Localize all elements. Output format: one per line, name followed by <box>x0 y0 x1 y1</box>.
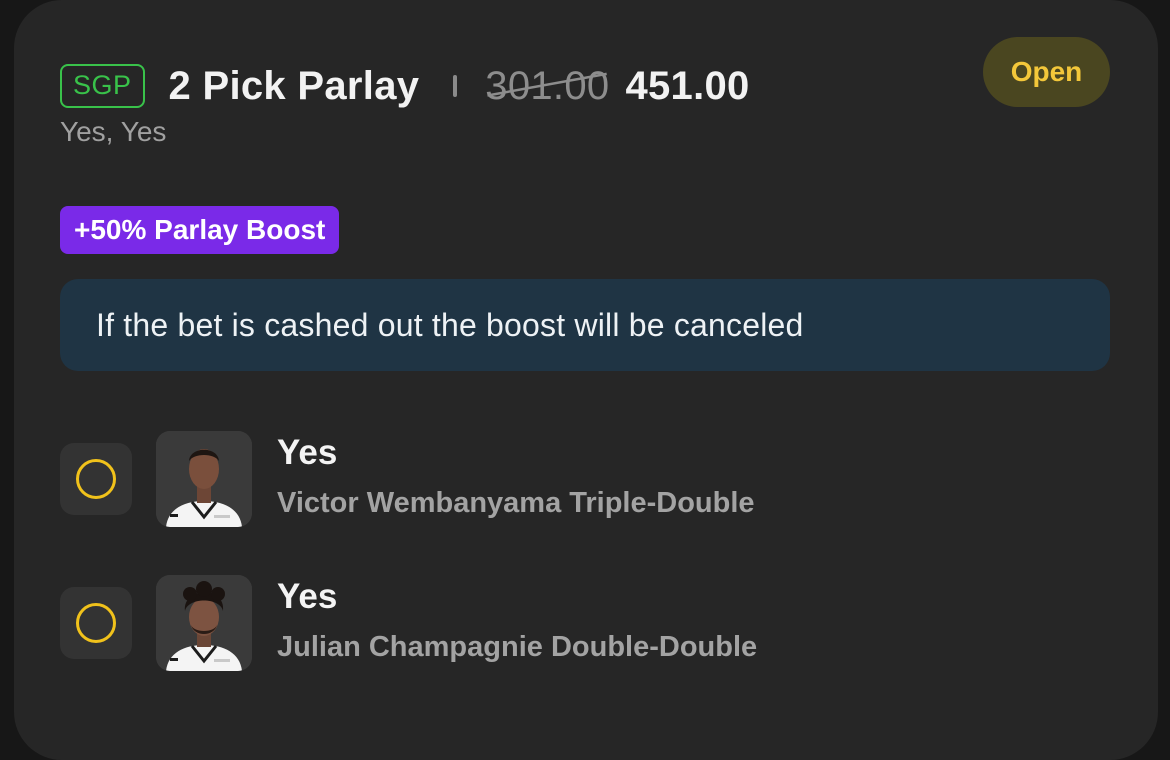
open-circle-icon <box>76 459 116 499</box>
boosted-odds: 451.00 <box>625 63 750 108</box>
parlay-boost-badge: +50% Parlay Boost <box>60 206 340 254</box>
open-circle-icon <box>76 603 116 643</box>
original-odds: 301.00 <box>485 64 609 109</box>
player-avatar <box>156 431 252 527</box>
player-avatar <box>156 575 252 671</box>
divider <box>453 75 458 97</box>
strikethrough-line <box>485 64 609 109</box>
status-badge: Open <box>983 37 1110 107</box>
pick-status-toggle[interactable] <box>60 443 132 515</box>
player-headshot-icon <box>156 431 252 527</box>
pick-selection: Yes <box>277 577 338 616</box>
sgp-badge: SGP <box>60 64 145 108</box>
parlay-title: 2 Pick Parlay <box>168 63 420 108</box>
pick-selection: Yes <box>277 433 338 472</box>
bet-summary: Yes, Yes <box>60 116 167 147</box>
pick-status-toggle[interactable] <box>60 587 132 659</box>
cashout-notice: If the bet is cashed out the boost will … <box>60 279 1110 371</box>
bet-card[interactable]: SGP 2 Pick Parlay 301.00 451.00 Open Yes… <box>14 0 1158 760</box>
pick-market: Julian Champagnie Double-Double <box>277 631 758 663</box>
player-headshot-icon <box>156 575 252 671</box>
bet-header: SGP 2 Pick Parlay 301.00 451.00 <box>60 60 750 112</box>
pick-market: Victor Wembanyama Triple-Double <box>277 487 755 519</box>
